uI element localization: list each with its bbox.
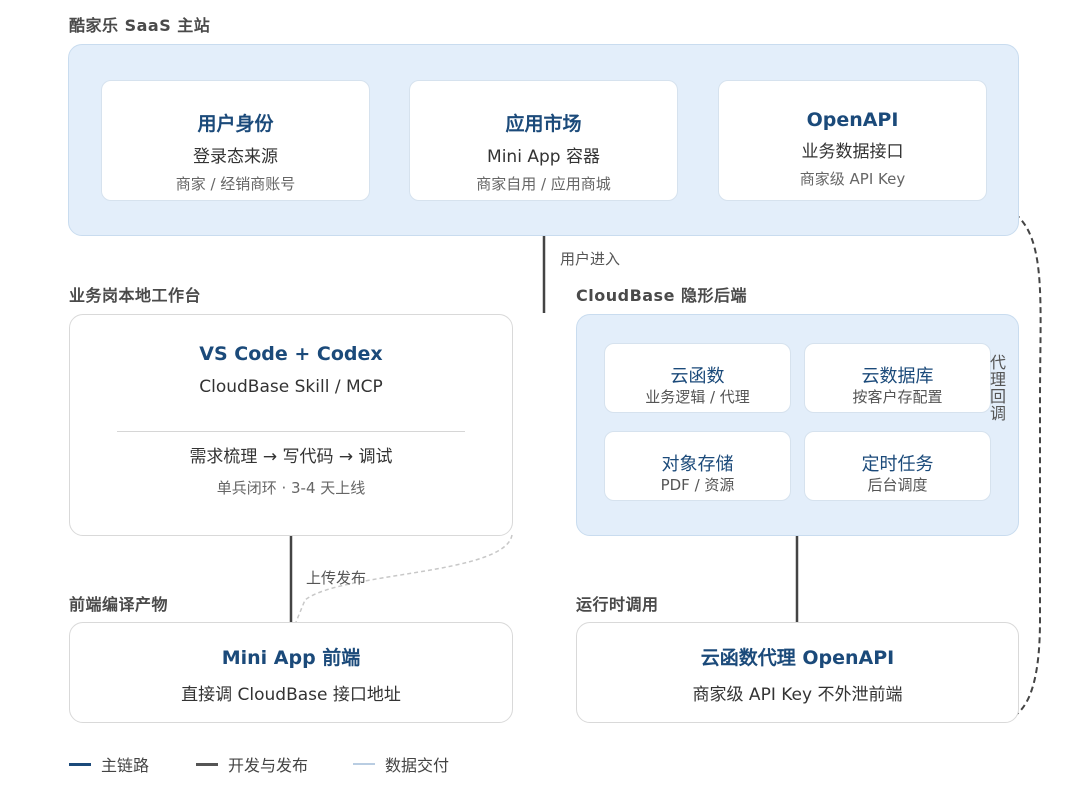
card-sub: 登录态来源 — [193, 147, 278, 167]
card-title: 云数据库 — [861, 366, 934, 387]
card-title: 用户身份 — [197, 113, 274, 135]
workbench-title: VS Code + Codex — [199, 343, 383, 365]
runtime-panel: 云函数代理 OpenAPI 商家级 API Key 不外泄前端 — [576, 622, 1019, 723]
legend-swatch — [69, 762, 91, 766]
card-note: PDF / 资源 — [660, 476, 735, 494]
card-note: 商家 / 经销商账号 — [175, 175, 296, 193]
legend-dev-publish: 开发与发布 — [196, 752, 308, 776]
card-scheduled-task: 定时任务 后台调度 — [804, 431, 991, 501]
workbench-panel: VS Code + Codex CloudBase Skill / MCP 需求… — [69, 314, 513, 536]
frontend-sub: 直接调 CloudBase 接口地址 — [181, 685, 401, 705]
card-cloud-function: 云函数 业务逻辑 / 代理 — [604, 343, 791, 413]
card-object-storage: 对象存储 PDF / 资源 — [604, 431, 791, 501]
legend-main-path: 主链路 — [69, 752, 149, 776]
card-note: 按客户存配置 — [852, 388, 943, 406]
frontend-label: 前端编译产物 — [69, 595, 169, 614]
workbench-divider — [117, 431, 465, 432]
workbench-sub: CloudBase Skill / MCP — [199, 377, 383, 397]
card-note: 商家自用 / 应用商城 — [476, 175, 611, 193]
legend-swatch — [196, 762, 218, 766]
saas-label: 酷家乐 SaaS 主站 — [69, 16, 211, 35]
card-openapi: OpenAPI 业务数据接口 商家级 API Key — [718, 80, 987, 201]
frontend-panel: Mini App 前端 直接调 CloudBase 接口地址 — [69, 622, 513, 723]
workbench-label: 业务岗本地工作台 — [69, 286, 202, 305]
card-title: 云函数 — [670, 366, 725, 387]
legend-label: 主链路 — [101, 756, 150, 775]
edge-label-user-enter: 用户进入 — [560, 250, 621, 268]
card-title: OpenAPI — [806, 109, 899, 131]
card-note: 商家级 API Key — [799, 170, 906, 188]
legend-label: 数据交付 — [385, 756, 450, 775]
frontend-title: Mini App 前端 — [221, 647, 361, 669]
runtime-sub: 商家级 API Key 不外泄前端 — [692, 685, 903, 705]
runtime-label: 运行时调用 — [576, 595, 659, 614]
card-sub: Mini App 容器 — [487, 147, 600, 167]
card-app-market: 应用市场 Mini App 容器 商家自用 / 应用商城 — [409, 80, 678, 201]
card-title: 应用市场 — [505, 113, 582, 135]
card-title: 对象存储 — [661, 454, 734, 475]
edge-label-proxy-callback: 代理回调 — [987, 354, 1006, 422]
runtime-title: 云函数代理 OpenAPI — [700, 647, 895, 669]
legend-swatch — [353, 763, 375, 765]
workbench-flow: 需求梳理 → 写代码 → 调试 — [189, 447, 393, 467]
legend-data-delivery: 数据交付 — [353, 752, 449, 776]
card-cloud-database: 云数据库 按客户存配置 — [804, 343, 991, 413]
card-note: 后台调度 — [867, 476, 928, 494]
workbench-note: 单兵闭环 · 3-4 天上线 — [216, 479, 366, 497]
cloudbase-label: CloudBase 隐形后端 — [576, 286, 748, 305]
card-note: 业务逻辑 / 代理 — [645, 388, 750, 406]
edge-label-upload-publish: 上传发布 — [306, 569, 367, 587]
card-title: 定时任务 — [861, 454, 934, 475]
legend-label: 开发与发布 — [228, 756, 309, 775]
card-sub: 业务数据接口 — [801, 142, 904, 162]
card-user-identity: 用户身份 登录态来源 商家 / 经销商账号 — [101, 80, 370, 201]
